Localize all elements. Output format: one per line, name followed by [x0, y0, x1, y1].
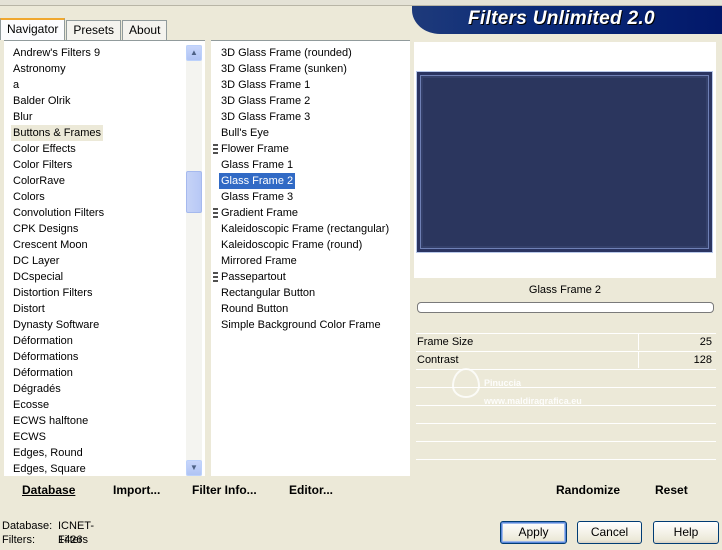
filter-item[interactable]: Glass Frame 1	[219, 157, 295, 173]
left-toolbar: Database Import... Filter Info... Editor…	[4, 476, 410, 506]
tab-presets[interactable]: Presets	[66, 20, 122, 40]
tab-label: About	[129, 23, 161, 37]
current-filter-name: Glass Frame 2	[528, 284, 602, 296]
filter-item[interactable]: Simple Background Color Frame	[219, 317, 383, 333]
category-item[interactable]: Déformations	[11, 349, 80, 365]
filter-item[interactable]: Glass Frame 3	[219, 189, 295, 205]
tab-navigator[interactable]: Navigator	[0, 18, 66, 40]
filter-info-button[interactable]: Filter Info...	[192, 482, 257, 498]
scroll-up-button[interactable]: ▲	[186, 45, 202, 61]
filter-item[interactable]: 3D Glass Frame 3	[219, 109, 312, 125]
filter-item[interactable]: Gradient Frame	[219, 205, 300, 221]
filter-item[interactable]: Passepartout	[219, 269, 288, 285]
category-item[interactable]: ColorRave	[11, 173, 67, 189]
parameter-label: Frame Size	[417, 336, 474, 348]
filter-item[interactable]: 3D Glass Frame 2	[219, 93, 312, 109]
category-item[interactable]: Dynasty Software	[11, 317, 101, 333]
status-database: Database: ICNET-Filters	[2, 519, 94, 546]
category-item[interactable]: Color Effects	[11, 141, 78, 157]
parameter-empty-row	[416, 441, 716, 458]
tab-label: Navigator	[7, 22, 59, 36]
database-button[interactable]: Database	[22, 482, 75, 498]
category-item[interactable]: Colors	[11, 189, 47, 205]
filter-item[interactable]: Mirrored Frame	[219, 253, 299, 269]
filter-item[interactable]: Kaleidoscopic Frame (round)	[219, 237, 364, 253]
preview-image	[416, 71, 713, 253]
filter-item[interactable]: Glass Frame 2	[219, 173, 296, 189]
category-item[interactable]: Crescent Moon	[11, 237, 90, 253]
filter-item[interactable]: Flower Frame	[219, 141, 291, 157]
filter-item[interactable]: 3D Glass Frame 1	[219, 77, 312, 93]
parameter-empty-row	[416, 423, 716, 440]
status-database-label: Database:	[2, 520, 53, 532]
editor-button[interactable]: Editor...	[289, 482, 333, 498]
category-item[interactable]: Andrew's Filters 9	[11, 45, 102, 61]
preview-frame	[423, 78, 706, 246]
category-item[interactable]: Buttons & Frames	[11, 125, 104, 141]
scroll-down-button[interactable]: ▼	[186, 460, 202, 476]
cancel-button[interactable]: Cancel	[577, 521, 642, 544]
category-item[interactable]: Ecosse	[11, 397, 51, 413]
filter-item[interactable]: Round Button	[219, 301, 290, 317]
parameter-value: 128	[693, 354, 712, 366]
filter-item[interactable]: Kaleidoscopic Frame (rectangular)	[219, 221, 391, 237]
category-item[interactable]: Edges, Round	[11, 445, 85, 461]
list-marker-icon	[213, 272, 218, 283]
list-marker-icon	[213, 144, 218, 155]
category-list[interactable]: Andrew's Filters 9 Astronomy a Balder Olrik…	[6, 44, 202, 476]
category-item[interactable]: Convolution Filters	[11, 205, 106, 221]
category-item[interactable]: Astronomy	[11, 61, 68, 77]
filter-item[interactable]: 3D Glass Frame (rounded)	[219, 45, 354, 61]
category-item[interactable]: DC Layer	[11, 253, 61, 269]
category-item[interactable]: DCspecial	[11, 269, 65, 285]
category-item[interactable]: Dégradés	[11, 381, 63, 397]
progress-bar	[417, 302, 714, 313]
tab-label: Presets	[73, 23, 115, 37]
parameter-value: 25	[699, 336, 712, 348]
category-item[interactable]: ECWS	[11, 429, 48, 445]
category-item[interactable]: Balder Olrik	[11, 93, 72, 109]
parameter-empty-row	[416, 369, 716, 386]
status-filters: Filters: 1426	[2, 533, 82, 547]
filter-item[interactable]: Rectangular Button	[219, 285, 317, 301]
category-item[interactable]: Edges, Square	[11, 461, 88, 476]
reset-button[interactable]: Reset	[655, 482, 688, 498]
category-item[interactable]: Déformation	[11, 365, 75, 381]
parameter-separator	[638, 334, 639, 350]
category-item[interactable]: CPK Designs	[11, 221, 80, 237]
randomize-button[interactable]: Randomize	[556, 482, 620, 498]
status-filters-value: 1426	[58, 534, 83, 546]
parameter-empty-row	[416, 387, 716, 404]
app-title-banner: Filters Unlimited 2.0	[412, 6, 722, 34]
parameter-separator	[638, 352, 639, 368]
import-button[interactable]: Import...	[113, 482, 160, 498]
category-item[interactable]: Distort	[11, 301, 47, 317]
tab-bar: Navigator Presets About	[0, 18, 168, 40]
app-title: Filters Unlimited 2.0	[468, 8, 655, 29]
parameter-label: Contrast	[417, 354, 459, 366]
category-item[interactable]: Distortion Filters	[11, 285, 94, 301]
filter-item[interactable]: Bull's Eye	[219, 125, 271, 141]
category-item[interactable]: ECWS halftone	[11, 413, 90, 429]
status-filters-label: Filters:	[2, 534, 35, 546]
help-button[interactable]: Help	[653, 521, 719, 544]
category-item[interactable]: Déformation	[11, 333, 75, 349]
parameter-empty-row	[416, 405, 716, 422]
apply-button[interactable]: Apply	[500, 521, 567, 544]
tab-about[interactable]: About	[122, 20, 168, 40]
right-toolbar: Randomize Reset	[410, 476, 722, 506]
filter-list[interactable]: 3D Glass Frame (rounded) 3D Glass Frame (…	[211, 44, 410, 476]
parameter-contrast[interactable]: Contrast 128	[416, 351, 716, 368]
category-scrollbar[interactable]: ▲ ▼	[186, 45, 202, 476]
list-marker-icon	[213, 208, 218, 219]
parameter-empty-row	[416, 459, 716, 476]
filter-item[interactable]: 3D Glass Frame (sunken)	[219, 61, 349, 77]
category-item[interactable]: a	[11, 77, 21, 93]
category-item[interactable]: Blur	[11, 109, 35, 125]
scroll-thumb[interactable]	[186, 171, 202, 213]
category-item[interactable]: Color Filters	[11, 157, 74, 173]
parameter-frame-size[interactable]: Frame Size 25	[416, 333, 716, 350]
